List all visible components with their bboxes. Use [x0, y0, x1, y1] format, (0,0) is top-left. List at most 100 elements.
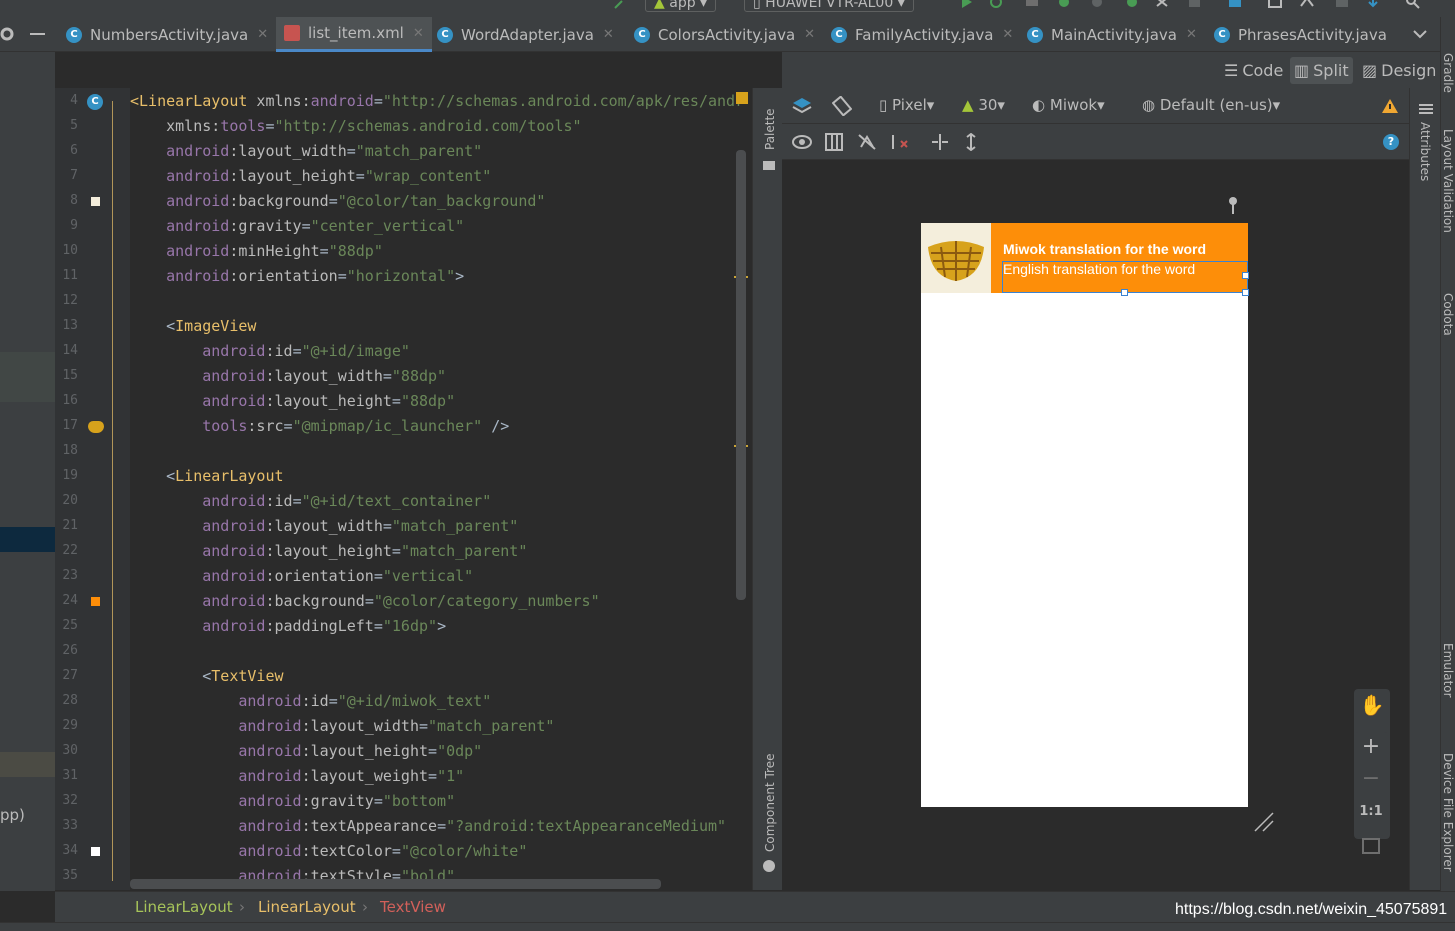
code-line[interactable]: android:background="@color/tan_backgroun… [130, 189, 545, 214]
apply-code-changes-icon[interactable] [1155, 0, 1169, 10]
codota-tab[interactable]: Codota [1441, 293, 1455, 336]
attributes-tab[interactable]: Attributes [1418, 122, 1432, 181]
clear-constraints-icon[interactable] [890, 133, 910, 151]
code-line[interactable]: android:minHeight="88dp" [130, 239, 383, 264]
code-line[interactable]: android:layout_height="wrap_content" [130, 164, 491, 189]
locale-selector[interactable]: ◍ Default (en-us)▾ [1142, 96, 1280, 114]
blueprint-icon[interactable] [825, 133, 843, 151]
horizontal-scrollbar[interactable] [130, 879, 661, 889]
code-line[interactable]: android:layout_height="88dp" [130, 389, 455, 414]
design-canvas[interactable]: Miwok translation for the word English t… [782, 161, 1409, 890]
code-line[interactable]: <ImageView [130, 314, 256, 339]
tab-family-activity[interactable]: C FamilyActivity.java ✕ [831, 17, 1013, 52]
code-line[interactable]: xmlns:tools="http://schemas.android.com/… [130, 114, 581, 139]
sdk-manager-icon[interactable] [1268, 0, 1282, 10]
wrench-icon[interactable] [1227, 197, 1239, 215]
layout-inspector-icon[interactable] [1300, 0, 1314, 10]
design-view-button[interactable]: ▨ Design [1358, 57, 1440, 84]
code-line[interactable]: android:layout_width="match_parent" [130, 514, 518, 539]
device-dropdown[interactable]: ▯ HUAWEI VTR-AL00 ▾ [744, 0, 914, 12]
run-config-dropdown[interactable]: ▲ app ▾ [645, 0, 717, 12]
code-line[interactable]: android:id="@+id/image" [130, 339, 410, 364]
tab-main-activity[interactable]: C MainActivity.java ✕ [1027, 17, 1197, 52]
resize-handle[interactable] [1121, 289, 1128, 296]
code-line[interactable]: android:gravity="bottom" [130, 789, 455, 814]
chevron-down-icon[interactable] [1413, 29, 1427, 39]
run-icon[interactable] [960, 0, 974, 10]
close-icon[interactable]: ✕ [413, 26, 424, 41]
split-view-button[interactable]: ▥ Split [1290, 57, 1353, 84]
code-view-button[interactable]: ☰ Code [1220, 57, 1287, 84]
zoom-in-button[interactable]: + [1354, 734, 1388, 759]
settings-gear-icon[interactable] [0, 27, 14, 41]
api-level-selector[interactable]: ▲ 30▾ [962, 96, 1005, 114]
theme-selector[interactable]: ◐ Miwok▾ [1032, 96, 1105, 114]
class-gutter-icon[interactable]: C [87, 94, 103, 110]
help-icon[interactable]: ? [1383, 134, 1399, 150]
close-icon[interactable]: ✕ [1186, 27, 1197, 42]
code-line[interactable]: android:textColor="@color/white" [130, 839, 527, 864]
color-swatch-icon[interactable] [91, 847, 100, 856]
orientation-icon[interactable] [832, 96, 852, 116]
search-icon[interactable] [1406, 0, 1420, 10]
resize-grip-icon[interactable] [1253, 811, 1275, 833]
launcher-image-icon[interactable] [88, 421, 104, 433]
code-line[interactable]: android:layout_width="88dp" [130, 364, 446, 389]
warning-icon[interactable] [1381, 98, 1399, 114]
download-icon[interactable] [1366, 0, 1380, 10]
layers-icon[interactable] [792, 96, 812, 116]
component-tree-tab[interactable]: Component Tree [763, 754, 777, 852]
sync-icon[interactable] [1025, 0, 1039, 10]
close-icon[interactable]: ✕ [1002, 27, 1013, 42]
emulator-tab[interactable]: Emulator [1441, 643, 1455, 698]
code-line[interactable]: <LinearLayout xmlns:android="http://sche… [130, 89, 744, 114]
code-line[interactable]: android:orientation="vertical" [130, 564, 473, 589]
palette-icon[interactable] [762, 158, 776, 172]
code-line[interactable]: <LinearLayout [130, 464, 283, 489]
code-line[interactable]: android:id="@+id/text_container" [130, 489, 491, 514]
tab-word-adapter[interactable]: C WordAdapter.java ✕ [437, 17, 614, 52]
tab-phrases-activity[interactable]: C PhrasesActivity.java [1214, 17, 1387, 52]
close-icon[interactable]: ✕ [257, 27, 268, 42]
code-line[interactable]: <TextView [130, 664, 283, 689]
stop-icon[interactable] [1188, 0, 1202, 10]
resize-handle[interactable] [1242, 289, 1249, 296]
zoom-to-fit-icon[interactable] [1362, 838, 1380, 854]
avd-manager-icon[interactable] [1228, 0, 1242, 10]
launcher-image[interactable] [921, 223, 991, 293]
tab-colors-activity[interactable]: C ColorsActivity.java ✕ [634, 17, 815, 52]
magnet-off-icon[interactable] [857, 133, 877, 151]
tree-selected-row[interactable] [0, 527, 55, 552]
project-structure-icon[interactable] [1335, 0, 1349, 10]
vertical-scrollbar[interactable] [736, 150, 746, 600]
pan-hand-icon[interactable]: ✋ [1354, 693, 1390, 717]
code-line[interactable]: android:layout_height="match_parent" [130, 539, 527, 564]
code-line[interactable]: android:layout_width="match_parent" [130, 714, 554, 739]
color-swatch-icon[interactable] [91, 197, 100, 206]
attributes-icon[interactable] [1418, 102, 1434, 116]
apply-changes-icon[interactable] [990, 0, 1004, 10]
close-icon[interactable]: ✕ [804, 27, 815, 42]
device-selector[interactable]: ▯ Pixel▾ [879, 96, 934, 114]
list-item-preview[interactable]: Miwok translation for the word English t… [921, 223, 1249, 296]
breadcrumb-item[interactable]: TextView [380, 898, 446, 916]
debug-icon[interactable] [1057, 0, 1071, 10]
device-preview[interactable]: Miwok translation for the word English t… [921, 223, 1249, 807]
code-line[interactable]: android:background="@color/category_numb… [130, 589, 599, 614]
tab-list-item-xml[interactable]: list_item.xml ✕ [276, 17, 432, 52]
pack-vertical-icon[interactable] [964, 133, 978, 151]
miwok-text[interactable]: Miwok translation for the word [1003, 241, 1206, 257]
layout-validation-tab[interactable]: Layout Validation [1441, 129, 1455, 233]
code-line[interactable]: tools:src="@mipmap/ic_launcher" /> [130, 414, 509, 439]
profile-icon[interactable] [1090, 0, 1104, 10]
code-line[interactable]: android:id="@+id/miwok_text" [130, 689, 491, 714]
device-file-explorer-tab[interactable]: Device File Explorer [1441, 753, 1455, 872]
code-line[interactable]: android:orientation="horizontal"> [130, 264, 464, 289]
zoom-to-actual-button[interactable]: 1:1 [1354, 804, 1388, 819]
pack-horizontal-icon[interactable] [930, 133, 950, 151]
xml-code-editor[interactable]: 4 <LinearLayout xmlns:android="http://sch… [55, 88, 750, 890]
resize-handle[interactable] [1242, 272, 1249, 279]
collapse-icon[interactable] [30, 33, 45, 35]
code-line[interactable]: android:layout_weight="1" [130, 764, 464, 789]
code-line[interactable]: android:gravity="center_vertical" [130, 214, 464, 239]
